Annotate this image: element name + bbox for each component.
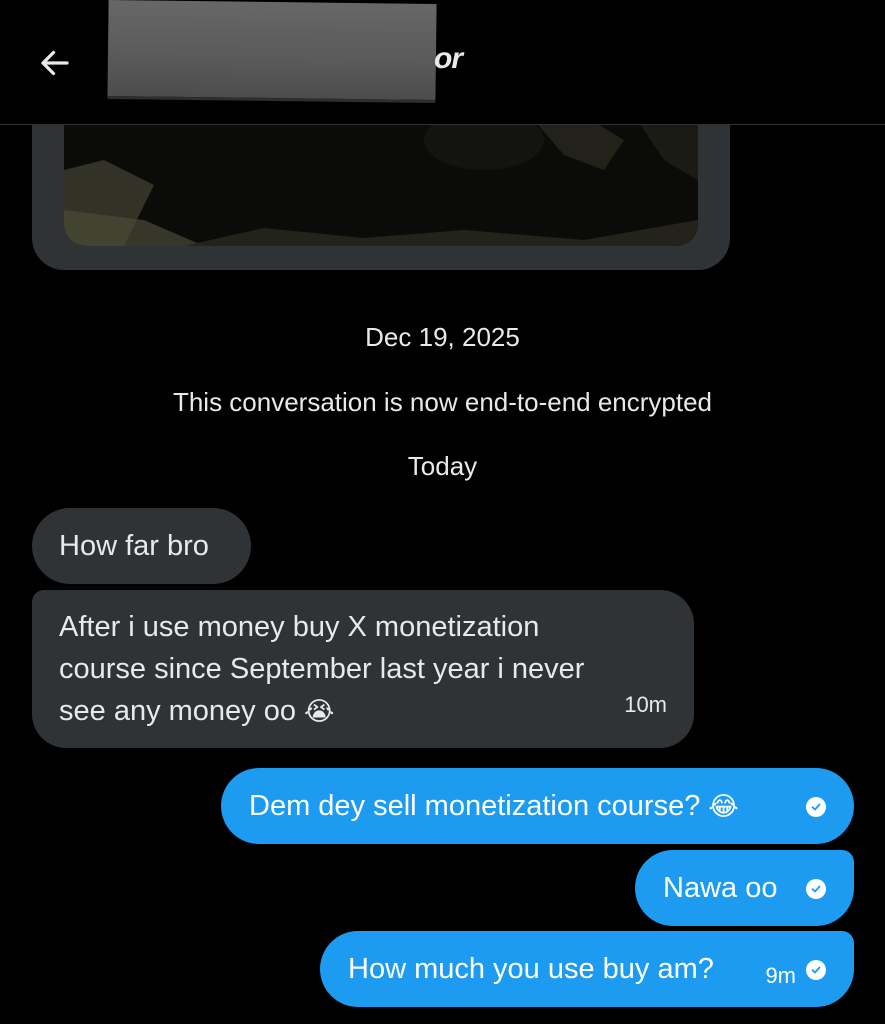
dm-conversation-screen: or Dec 19, 2025 This conversation is now… xyxy=(0,0,885,1024)
message-timestamp: 10m xyxy=(624,692,667,717)
today-separator: Today xyxy=(407,451,478,481)
message-text: How much you use buy am? xyxy=(348,953,714,985)
message-text: Dem dey sell monetization course? xyxy=(249,790,701,822)
media-attachment-card[interactable] xyxy=(32,100,730,270)
message-text: Nawa oo xyxy=(663,872,778,904)
incoming-message[interactable]: How far bro xyxy=(32,508,251,584)
sent-check-icon xyxy=(806,879,826,899)
conversation-header: or xyxy=(0,0,885,125)
message-text-line: see any money oo xyxy=(59,695,296,727)
contact-name-partial[interactable]: or xyxy=(434,42,463,76)
message-text-line: After i use money buy X monetization xyxy=(59,611,540,643)
outgoing-message[interactable]: Dem dey sell monetization course? 😂 xyxy=(221,768,854,844)
message-timestamp: 9m xyxy=(765,963,796,988)
redaction-box xyxy=(107,0,437,103)
back-button[interactable] xyxy=(32,40,78,86)
message-text-line: course since September last year i never xyxy=(59,653,585,685)
sent-check-icon xyxy=(806,797,826,817)
sent-check-icon xyxy=(806,960,826,980)
outgoing-message[interactable]: How much you use buy am? 9m xyxy=(320,931,854,1007)
encryption-notice: This conversation is now end-to-end encr… xyxy=(172,387,713,417)
arrow-left-icon xyxy=(41,50,69,76)
incoming-message[interactable]: After i use money buy X monetization cou… xyxy=(32,590,694,748)
outgoing-message[interactable]: Nawa oo xyxy=(635,850,854,926)
tears-of-joy-emoji: 😂 xyxy=(708,791,739,821)
loudly-crying-emoji: 😭 xyxy=(304,696,335,726)
date-separator: Dec 19, 2025 xyxy=(365,322,520,352)
message-text: How far bro xyxy=(59,530,209,562)
